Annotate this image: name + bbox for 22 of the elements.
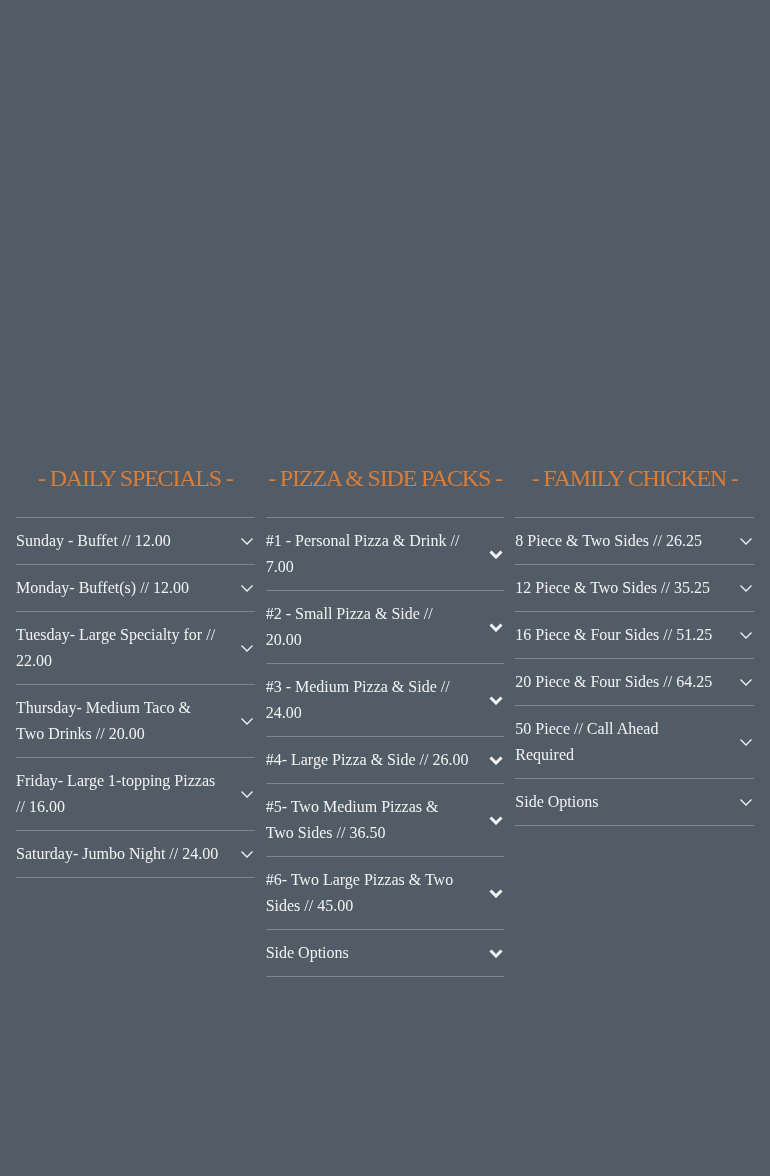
section-heading: - PIZZA & SIDE PACKS - (268, 463, 502, 493)
accordion-item[interactable]: 16 Piece & Four Sides // 51.25 (515, 612, 754, 659)
accordion-item[interactable]: 12 Piece & Two Sides // 35.25 (515, 565, 754, 612)
accordion-item[interactable]: Side Options (265, 930, 505, 977)
accordion-item[interactable]: #5- Two Medium Pizzas & Two Sides // 36.50 (265, 784, 505, 857)
accordion-item[interactable]: Side Options (515, 779, 754, 826)
accordion-item[interactable]: 50 Piece // Call Ahead Required (515, 706, 754, 779)
accordion-item[interactable]: Monday- Buffet(s) // 12.00 (16, 565, 255, 612)
accordion-item[interactable]: Saturday- Jumbo Night // 24.00 (16, 831, 255, 878)
accordion-item[interactable]: Tuesday- Large Specialty for // 22.00 (16, 612, 255, 685)
accordion-item[interactable]: 8 Piece & Two Sides // 26.25 (515, 518, 754, 565)
accordion-item[interactable]: #1 - Personal Pizza & Drink // 7.00 (265, 518, 505, 591)
accordion-item[interactable]: #4- Large Pizza & Side // 26.00 (265, 737, 505, 784)
accordion-item[interactable]: 20 Piece & Four Sides // 64.25 (515, 659, 754, 706)
accordion-item[interactable]: #6- Two Large Pizzas & Two Sides // 45.00 (265, 857, 505, 930)
accordion-item[interactable]: #3 - Medium Pizza & Side // 24.00 (265, 664, 505, 737)
accordion-item[interactable]: Thursday- Medium Taco & Two Drinks // 20.00 (16, 685, 255, 758)
accordion-item[interactable]: #2 - Small Pizza & Side // 20.00 (265, 591, 505, 664)
section-heading: - DAILY SPECIALS - (38, 463, 233, 493)
section-heading: - FAMILY CHICKEN - (531, 463, 738, 493)
accordion-item[interactable]: Sunday - Buffet // 12.00 (16, 518, 255, 565)
accordion-item[interactable]: Friday- Large 1-topping Pizzas // 16.00 (16, 758, 255, 831)
